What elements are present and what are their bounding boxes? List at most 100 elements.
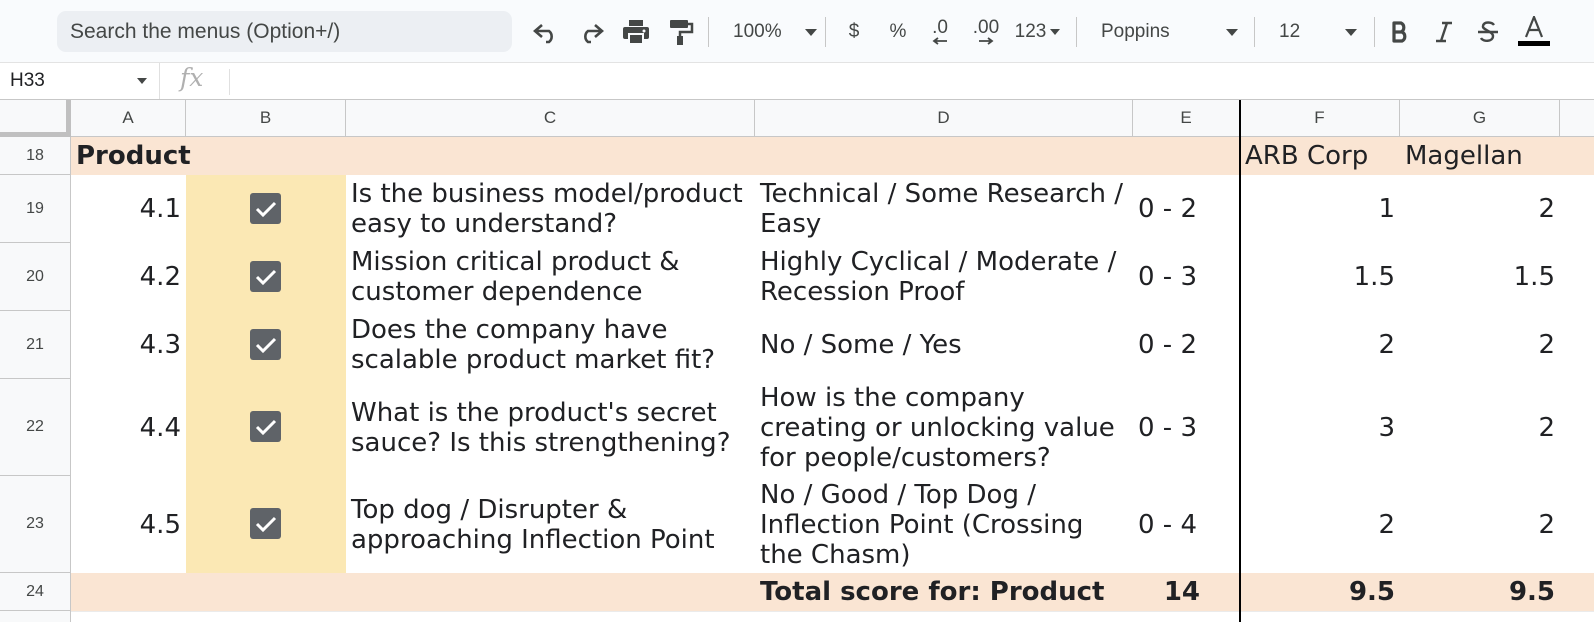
undo-button[interactable] (530, 14, 562, 50)
score-cell[interactable]: 2 (1400, 175, 1560, 243)
row-number: 21 (26, 335, 44, 353)
paint-format-button[interactable] (665, 14, 697, 50)
print-button[interactable] (620, 14, 652, 50)
zoom-select[interactable]: 100% (725, 14, 820, 50)
score-cell[interactable]: 2 (1400, 379, 1560, 476)
column-header-a[interactable]: A (71, 100, 186, 137)
criterion-range-cell[interactable]: 0 - 4 (1133, 476, 1240, 573)
criterion-question-cell[interactable]: Top dog / Disrupter & approaching Inflec… (346, 476, 755, 573)
column-header-c[interactable]: C (346, 100, 755, 137)
criterion-question-cell[interactable]: Is the business model/product easy to un… (346, 175, 755, 243)
criterion-id-cell[interactable]: 4.5 (71, 476, 186, 573)
row-header[interactable]: 21 (0, 311, 71, 379)
criterion-question: Top dog / Disrupter & approaching Inflec… (351, 494, 715, 555)
criterion-question-cell[interactable]: What is the product's secret sauce? Is t… (346, 379, 755, 476)
more-formats-button[interactable]: 123 (1010, 14, 1065, 50)
criterion-scale-cell[interactable]: Highly Cyclical / Moderate / Recession P… (755, 243, 1133, 311)
criterion-range-cell[interactable]: 0 - 2 (1133, 175, 1240, 243)
column-header-d[interactable]: D (755, 100, 1133, 137)
chevron-down-icon (1226, 28, 1238, 36)
criterion-scale: No / Some / Yes (760, 330, 962, 360)
row-number: 18 (26, 146, 44, 164)
font-family-select[interactable]: Poppins (1092, 14, 1247, 50)
criterion-id: 4.3 (139, 330, 181, 360)
score-cell[interactable]: 3 (1240, 379, 1400, 476)
row-header[interactable] (0, 611, 71, 622)
row-header[interactable]: 23 (0, 476, 71, 573)
total-score-cell[interactable]: 9.5 (1400, 573, 1560, 611)
company-name: Magellan (1405, 141, 1523, 171)
cell-reference: H33 (10, 70, 45, 91)
criterion-range: 0 - 3 (1138, 412, 1197, 443)
criterion-scale-cell[interactable]: No / Some / Yes (755, 311, 1133, 379)
total-label-cell[interactable]: Total score for: Product (755, 573, 1133, 611)
criterion-checkbox[interactable] (250, 411, 281, 442)
column-header-h[interactable] (1560, 100, 1594, 137)
row-header[interactable]: 24 (0, 573, 71, 611)
criterion-id-cell[interactable]: 4.1 (71, 175, 186, 243)
criterion-checkbox[interactable] (250, 329, 281, 360)
criterion-scale-cell[interactable]: No / Good / Top Dog / Inflection Point (… (755, 476, 1133, 573)
row-header[interactable]: 22 (0, 379, 71, 476)
print-icon (623, 20, 649, 45)
criterion-question: Mission critical product & customer depe… (351, 247, 680, 307)
score-cell[interactable]: 2 (1400, 476, 1560, 573)
total-score: 9.5 (1348, 577, 1395, 607)
name-box[interactable]: H33 (0, 63, 160, 99)
row-header[interactable]: 18 (0, 137, 71, 175)
criterion-checkbox[interactable] (250, 193, 281, 224)
criterion-question: What is the product's secret sauce? Is t… (351, 397, 731, 458)
total-max-cell[interactable]: 14 (1133, 573, 1205, 611)
criterion-scale-cell[interactable]: Technical / Some Research / Easy (755, 175, 1133, 243)
score-value: 2 (1538, 330, 1555, 360)
toolbar: Search the menus (Option+/) 100% $ % .0 … (0, 0, 1594, 63)
text-color-button[interactable] (1516, 10, 1552, 52)
font-size-select[interactable]: 12 (1270, 14, 1365, 50)
criterion-question-cell[interactable]: Does the company have scalable product m… (346, 311, 755, 379)
criterion-checkbox[interactable] (250, 508, 281, 539)
column-header-b[interactable]: B (186, 100, 346, 137)
frozen-column-divider[interactable] (1239, 100, 1241, 622)
bold-button[interactable] (1386, 14, 1414, 50)
section-title-cell[interactable]: Product (71, 137, 471, 175)
company-header-cell[interactable]: ARB Corp (1240, 137, 1400, 175)
formula-input[interactable] (240, 63, 1580, 99)
increase-decimal-button[interactable]: .00 (966, 14, 1006, 50)
select-all-corner[interactable] (0, 100, 71, 137)
criterion-range: 0 - 4 (1138, 509, 1197, 540)
score-cell[interactable]: 2 (1240, 476, 1400, 573)
score-cell[interactable]: 2 (1400, 311, 1560, 379)
row-header[interactable]: 20 (0, 243, 71, 311)
arrow-right-icon (979, 37, 994, 45)
criterion-range-cell[interactable]: 0 - 2 (1133, 311, 1240, 379)
checkmark-icon (255, 516, 276, 532)
total-score-cell[interactable]: 9.5 (1240, 573, 1400, 611)
criterion-id-cell[interactable]: 4.2 (71, 243, 186, 311)
score-cell[interactable]: 2 (1240, 311, 1400, 379)
decrease-decimal-button[interactable]: .0 (922, 14, 958, 50)
strikethrough-button[interactable] (1474, 14, 1502, 50)
criterion-id-cell[interactable]: 4.3 (71, 311, 186, 379)
criterion-checkbox[interactable] (250, 261, 281, 292)
checkmark-icon (255, 337, 276, 353)
menu-search-input[interactable]: Search the menus (Option+/) (57, 11, 512, 52)
criterion-question-cell[interactable]: Mission critical product & customer depe… (346, 243, 755, 311)
format-currency-button[interactable]: $ (840, 14, 868, 50)
criterion-range-cell[interactable]: 0 - 3 (1133, 379, 1240, 476)
column-header-g[interactable]: G (1400, 100, 1560, 137)
score-cell[interactable]: 1 (1240, 175, 1400, 243)
company-header-cell[interactable]: Magellan (1400, 137, 1594, 175)
score-cell[interactable]: 1.5 (1240, 243, 1400, 311)
row-header[interactable]: 19 (0, 175, 71, 243)
column-header-e[interactable]: E (1133, 100, 1240, 137)
criterion-range-cell[interactable]: 0 - 3 (1133, 243, 1240, 311)
score-cell[interactable]: 1.5 (1400, 243, 1560, 311)
italic-button[interactable] (1430, 14, 1458, 50)
format-percent-button[interactable]: % (884, 14, 912, 50)
criterion-scale-cell[interactable]: How is the company creating or unlocking… (755, 379, 1133, 476)
criterion-id-cell[interactable]: 4.4 (71, 379, 186, 476)
checkmark-icon (255, 269, 276, 285)
column-label: B (259, 108, 272, 127)
redo-button[interactable] (575, 14, 607, 50)
column-header-f[interactable]: F (1240, 100, 1400, 137)
